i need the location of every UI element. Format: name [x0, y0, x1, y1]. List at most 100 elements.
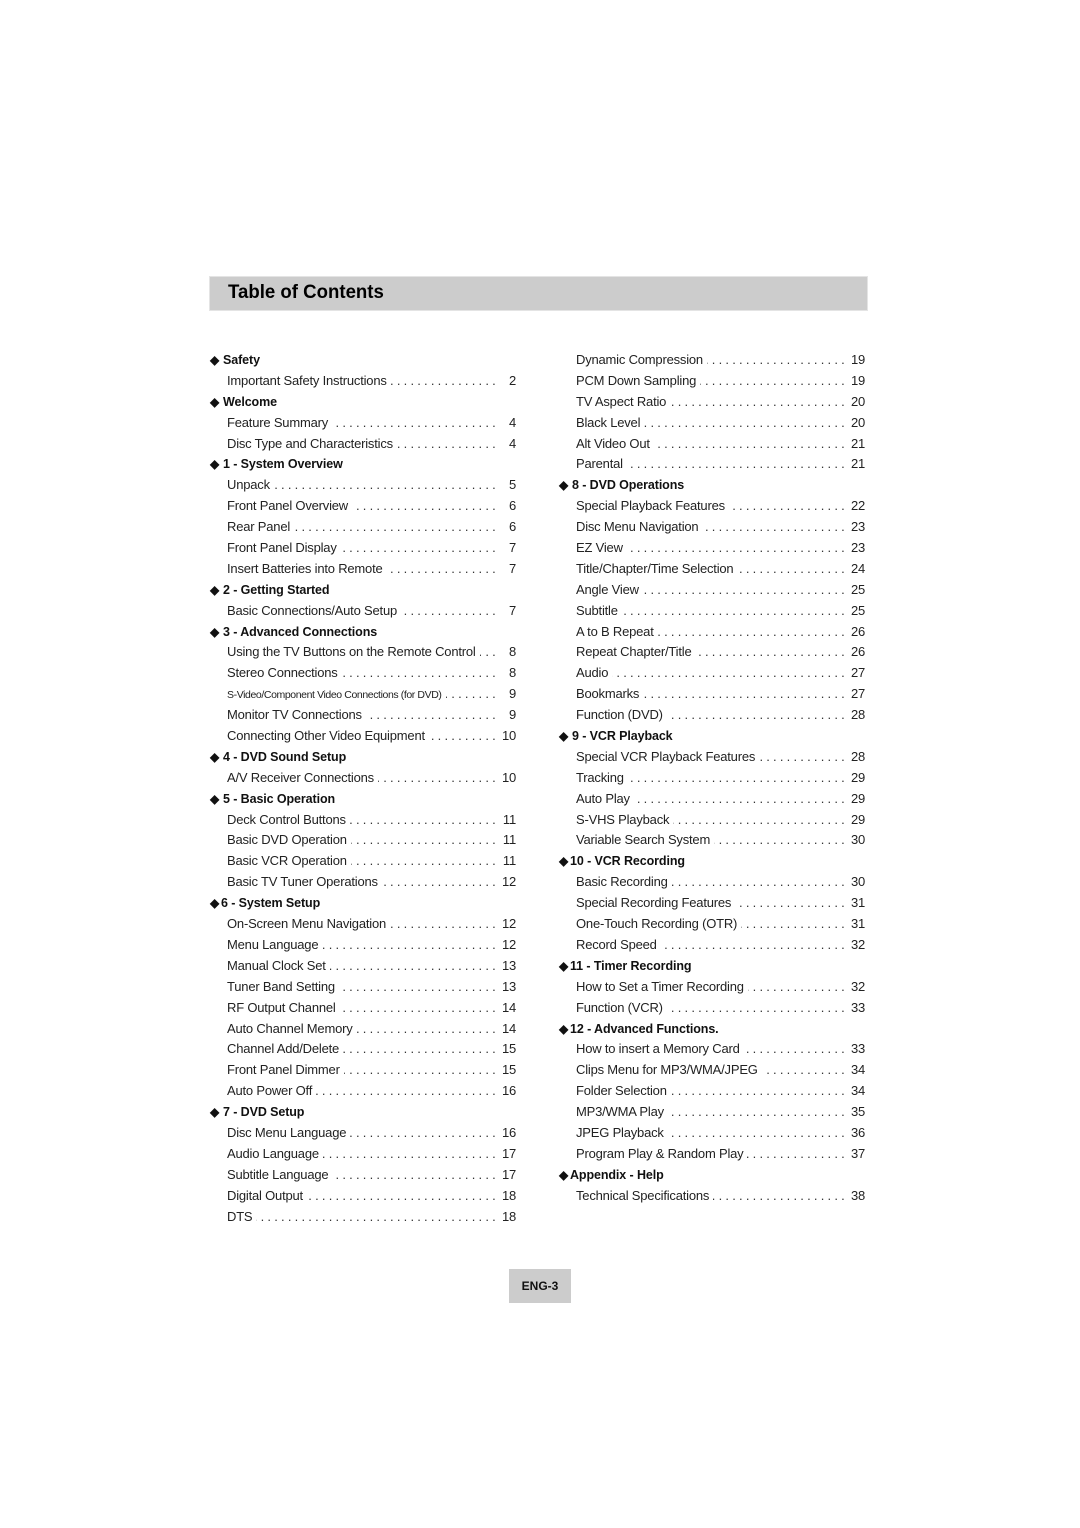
toc-entry[interactable]: Feature Summary.........................… — [210, 413, 516, 434]
toc-entry-label: Program Play & Random Play — [576, 1145, 744, 1161]
toc-entry[interactable]: Connecting Other Video Equipment........… — [210, 726, 516, 747]
toc-entry[interactable]: Audio Language..........................… — [210, 1144, 516, 1165]
toc-entry-page-number: 11 — [502, 811, 516, 827]
toc-entry[interactable]: Manual Clock Set........................… — [210, 956, 516, 977]
toc-entry[interactable]: Angle View..............................… — [559, 580, 865, 601]
toc-entry[interactable]: Audio...................................… — [559, 663, 865, 684]
toc-entry[interactable]: Record Speed............................… — [559, 935, 865, 956]
dot-leader: ........................................… — [747, 1145, 848, 1161]
toc-entry[interactable]: Function (DVD)..........................… — [559, 705, 865, 726]
toc-entry[interactable]: S-VHS Playback..........................… — [559, 810, 865, 831]
toc-entry[interactable]: Front Panel Dimmer......................… — [210, 1060, 516, 1081]
toc-entry[interactable]: Tracking................................… — [559, 768, 865, 789]
toc-entry-page-number: 2 — [508, 372, 516, 388]
toc-entry[interactable]: Basic DVD Operation.....................… — [210, 830, 516, 851]
toc-entry[interactable]: MP3/WMA Play............................… — [559, 1102, 865, 1123]
toc-entry[interactable]: Bookmarks...............................… — [559, 684, 865, 705]
toc-entry[interactable]: Important Safety Instructions...........… — [210, 371, 516, 392]
toc-entry[interactable]: One-Touch Recording (OTR)...............… — [559, 914, 865, 935]
toc-entry[interactable]: RF Output Channel.......................… — [210, 998, 516, 1019]
toc-entry-page-number: 33 — [850, 999, 865, 1015]
section-title: 4 - DVD Sound Setup — [223, 749, 347, 764]
toc-entry[interactable]: Clips Menu for MP3/WMA/JPEG.............… — [559, 1060, 865, 1081]
dot-leader: ........................................… — [661, 936, 848, 952]
toc-entry-label: Disc Menu Language — [227, 1124, 347, 1140]
toc-entry[interactable]: S-Video/Component Video Connections (for… — [210, 684, 516, 705]
toc-entry[interactable]: A/V Receiver Connections................… — [210, 768, 516, 789]
toc-entry[interactable]: Basic Connections/Auto Setup............… — [210, 601, 516, 622]
toc-entry[interactable]: Stereo Connections......................… — [210, 663, 516, 684]
toc-entry[interactable]: A to B Repeat...........................… — [559, 622, 865, 643]
toc-entry[interactable]: PCM Down Sampling.......................… — [559, 371, 865, 392]
toc-entry[interactable]: On-Screen Menu Navigation...............… — [210, 914, 516, 935]
toc-entry[interactable]: Black Level.............................… — [559, 413, 865, 434]
dot-leader: ........................................… — [643, 686, 848, 702]
toc-entry[interactable]: EZ View.................................… — [559, 538, 865, 559]
toc-entry[interactable]: How to insert a Memory Card.............… — [559, 1039, 865, 1060]
toc-entry[interactable]: Special Playback Features...............… — [559, 496, 865, 517]
toc-entry-label: Rear Panel — [227, 519, 291, 535]
toc-entry-page-number: 27 — [850, 665, 865, 681]
toc-entry[interactable]: Menu Language...........................… — [210, 935, 516, 956]
toc-entry[interactable]: Basic VCR Operation.....................… — [210, 851, 516, 872]
toc-entry-page-number: 30 — [850, 832, 865, 848]
toc-entry-label: Dynamic Compression — [576, 352, 703, 367]
toc-entry[interactable]: Basic TV Tuner Operations...............… — [210, 872, 516, 893]
toc-entry[interactable]: TV Aspect Ratio.........................… — [559, 392, 865, 413]
toc-entry[interactable]: Unpack..................................… — [210, 475, 516, 496]
diamond-bullet-icon: ◆ — [210, 624, 220, 639]
toc-entry[interactable]: Rear Panel..............................… — [210, 517, 516, 538]
toc-entry-label: Subtitle Language — [227, 1166, 329, 1182]
page-number-badge: ENG-3 — [509, 1269, 571, 1303]
dot-leader: ........................................… — [737, 560, 848, 576]
toc-entry-page-number: 21 — [850, 456, 865, 472]
section-title: 1 - System Overview — [223, 457, 343, 472]
toc-entry[interactable]: How to Set a Timer Recording............… — [559, 977, 865, 998]
toc-entry-label: Special Recording Features — [576, 895, 732, 911]
toc-entry[interactable]: Channel Add/Delete......................… — [210, 1039, 516, 1060]
toc-entry[interactable]: Digital Output..........................… — [210, 1186, 516, 1207]
toc-entry[interactable]: Disc Menu Language......................… — [210, 1123, 516, 1144]
toc-entry-label: Function (VCR) — [576, 999, 663, 1015]
toc-entry[interactable]: Subtitle Language.......................… — [210, 1165, 516, 1186]
toc-entry[interactable]: Folder Selection........................… — [559, 1081, 865, 1102]
toc-entry[interactable]: Disc Menu Navigation....................… — [559, 517, 865, 538]
dot-leader: ........................................… — [672, 874, 848, 890]
toc-entry[interactable]: Special Recording Features..............… — [559, 893, 865, 914]
toc-entry[interactable]: Technical Specifications................… — [559, 1186, 865, 1207]
toc-entry[interactable]: Repeat Chapter/Title....................… — [559, 642, 865, 663]
toc-entry[interactable]: Parental................................… — [559, 454, 865, 475]
dot-leader: ........................................… — [429, 728, 499, 744]
toc-entry-page-number: 7 — [508, 560, 516, 576]
toc-entry[interactable]: Alt Video Out...........................… — [559, 434, 865, 455]
toc-entry[interactable]: Insert Batteries into Remote............… — [210, 559, 516, 580]
toc-entry[interactable]: Front Panel Display.....................… — [210, 538, 516, 559]
diamond-bullet-icon: ◆ — [559, 1021, 569, 1036]
toc-entry[interactable]: Special VCR Playback Features...........… — [559, 747, 865, 768]
toc-entry-label: How to Set a Timer Recording — [576, 978, 744, 994]
toc-entry[interactable]: Title/Chapter/Time Selection............… — [559, 559, 865, 580]
toc-entry-label: Basic TV Tuner Operations — [227, 874, 378, 890]
toc-entry-page-number: 16 — [501, 1124, 516, 1140]
toc-entry[interactable]: Monitor TV Connections..................… — [210, 705, 516, 726]
toc-section-heading: ◆ 1 - System Overview — [210, 454, 516, 475]
toc-entry[interactable]: Deck Control Buttons....................… — [210, 810, 516, 831]
section-title: 3 - Advanced Connections — [223, 624, 378, 639]
toc-entry[interactable]: Dynamic Compression.....................… — [559, 350, 865, 371]
diamond-bullet-icon: ◆ — [559, 854, 569, 869]
toc-entry[interactable]: Auto Play...............................… — [559, 789, 865, 810]
toc-entry[interactable]: DTS.....................................… — [210, 1207, 516, 1228]
toc-entry[interactable]: Tuner Band Setting......................… — [210, 977, 516, 998]
toc-entry[interactable]: Auto Channel Memory.....................… — [210, 1019, 516, 1040]
toc-entry[interactable]: Disc Type and Characteristics...........… — [210, 434, 516, 455]
toc-entry[interactable]: JPEG Playback...........................… — [559, 1123, 865, 1144]
toc-entry[interactable]: Function (VCR)..........................… — [559, 998, 865, 1019]
toc-entry[interactable]: Variable Search System..................… — [559, 830, 865, 851]
toc-entry[interactable]: Basic Recording.........................… — [559, 872, 865, 893]
toc-entry[interactable]: Using the TV Buttons on the Remote Contr… — [210, 642, 516, 663]
dot-leader: ........................................… — [670, 393, 848, 409]
toc-entry[interactable]: Subtitle................................… — [559, 601, 865, 622]
toc-entry[interactable]: Program Play & Random Play..............… — [559, 1144, 865, 1165]
toc-entry[interactable]: Auto Power Off..........................… — [210, 1081, 516, 1102]
toc-entry[interactable]: Front Panel Overview....................… — [210, 496, 516, 517]
